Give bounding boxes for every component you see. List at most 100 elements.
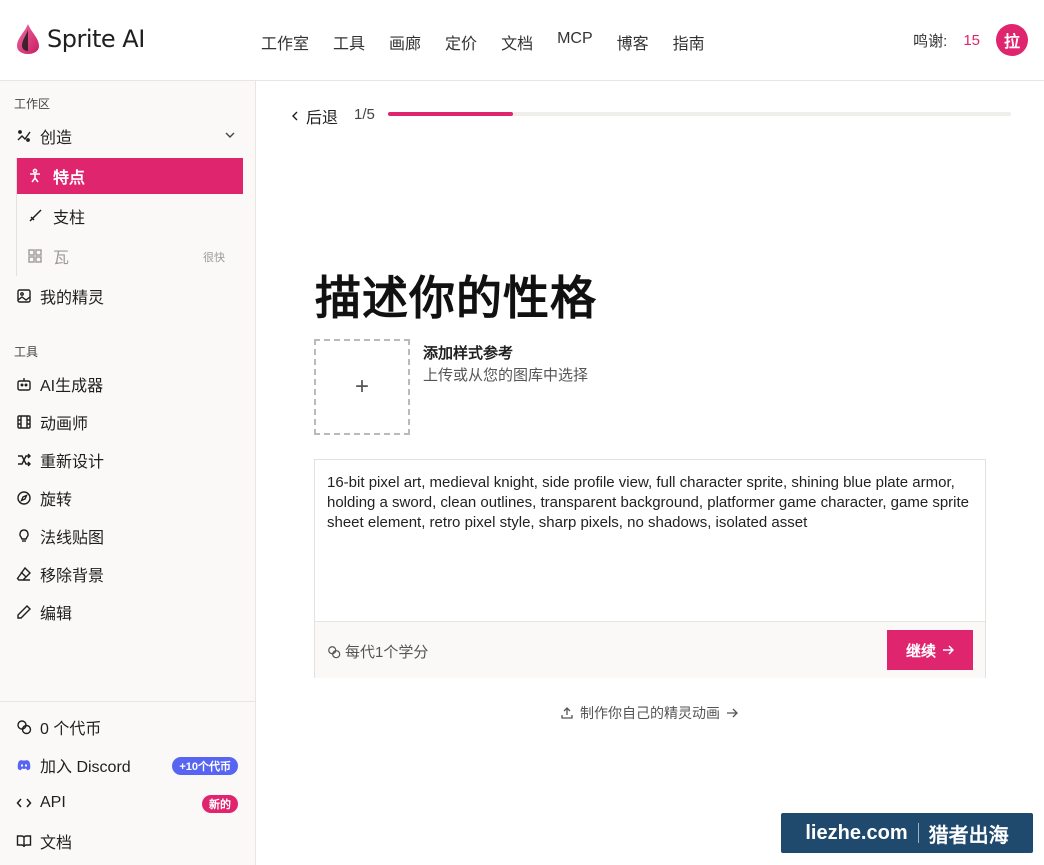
sidebar-item-label: 编辑	[40, 606, 73, 623]
style-reference-subtitle: 上传或从您的图库中选择	[423, 367, 589, 384]
nav-tools[interactable]: 工具	[333, 30, 365, 54]
credits-value: 15	[963, 31, 980, 49]
plus-icon: +	[354, 373, 369, 400]
sidebar-item-ai-generator[interactable]: AI生成器	[16, 366, 242, 402]
nav-guide[interactable]: 指南	[673, 30, 705, 54]
sidebar-item-discord[interactable]: 加入 Discord +10个代币	[16, 747, 242, 783]
sprite-logo-icon	[17, 24, 39, 54]
arrow-right-icon	[943, 645, 954, 655]
eraser-icon	[16, 566, 32, 582]
step-indicator: 1/5	[354, 106, 375, 123]
sidebar-item-my-sprites[interactable]: 我的精灵	[16, 278, 242, 314]
sidebar-item-label: 法线贴图	[40, 530, 105, 547]
continue-button[interactable]: 继续	[887, 630, 973, 670]
progress-fill	[388, 112, 513, 116]
sidebar-item-label: 瓦	[53, 250, 70, 267]
watermark-domain: liezhe.com	[805, 821, 908, 844]
cost-label: 每代1个学分	[345, 644, 429, 661]
sidebar-item-animator[interactable]: 动画师	[16, 404, 242, 440]
sidebar-item-create[interactable]: 创造	[16, 118, 242, 154]
sidebar-item-prop[interactable]: 支柱	[17, 198, 243, 234]
image-icon	[16, 288, 32, 304]
sparkles-icon	[16, 128, 32, 144]
back-button[interactable]: 后退	[290, 104, 338, 128]
brand-name: Sprite AI	[47, 25, 145, 53]
sidebar-item-label: 动画师	[40, 416, 89, 433]
sidebar-item-label: 文档	[40, 835, 73, 852]
logo[interactable]: Sprite AI	[15, 22, 145, 56]
discord-icon	[16, 757, 32, 773]
chevron-down-icon[interactable]	[224, 129, 236, 141]
sidebar-divider	[0, 701, 255, 702]
bulb-icon	[16, 528, 32, 544]
grid-icon	[27, 248, 43, 264]
nav-studio[interactable]: 工作室	[261, 30, 309, 54]
top-header: Sprite AI 工作室 工具 画廊 定价 文档 MCP 博客 指南 鸣谢: …	[0, 0, 1044, 81]
sidebar-item-label: 0 个代币	[40, 721, 102, 738]
sidebar-item-redesign[interactable]: 重新设计	[16, 442, 242, 478]
arrow-right-icon	[727, 708, 738, 718]
make-animation-link[interactable]: 制作你自己的精灵动画	[560, 703, 738, 723]
nav-docs[interactable]: 文档	[501, 30, 533, 54]
nav-mcp[interactable]: MCP	[557, 30, 593, 54]
coins-icon	[16, 719, 32, 735]
watermark-divider	[917, 823, 919, 843]
credits-label: 鸣谢:	[913, 32, 948, 50]
new-badge: 新的	[202, 795, 238, 813]
workspace-section-label: 工作区	[14, 97, 51, 111]
sidebar-item-api[interactable]: API 新的	[16, 785, 242, 821]
sidebar-item-normal-map[interactable]: 法线贴图	[16, 518, 242, 554]
sidebar-item-label: 我的精灵	[40, 290, 105, 307]
page-title: 描述你的性格	[315, 272, 597, 324]
prompt-card: 16-bit pixel art, medieval knight, side …	[314, 459, 986, 678]
coins-icon	[328, 645, 341, 658]
prompt-footer: 每代1个学分 继续	[315, 621, 985, 678]
upload-icon	[561, 707, 573, 719]
person-icon	[27, 168, 43, 184]
style-reference-title: 添加样式参考	[423, 345, 514, 362]
shuffle-icon	[16, 452, 32, 468]
header-credits: 鸣谢: 15 拉	[913, 24, 1028, 56]
main-nav: 工作室 工具 画廊 定价 文档 MCP 博客 指南	[261, 30, 705, 54]
sidebar-item-label: 重新设计	[40, 454, 105, 471]
discord-bonus-badge: +10个代币	[172, 757, 238, 775]
sidebar-item-coins[interactable]: 0 个代币	[16, 709, 242, 745]
sidebar-item-tile[interactable]: 瓦 很快	[17, 238, 243, 274]
generation-cost: 每代1个学分	[327, 641, 428, 662]
style-reference-upload[interactable]: +	[314, 339, 410, 435]
sidebar-item-label: 特点	[53, 170, 86, 187]
avatar[interactable]: 拉	[996, 24, 1028, 56]
bot-icon	[16, 376, 32, 392]
nav-blog[interactable]: 博客	[617, 30, 649, 54]
sidebar-item-edit[interactable]: 编辑	[16, 594, 242, 630]
progress-bar	[388, 112, 1011, 116]
sidebar-item-rotate[interactable]: 旋转	[16, 480, 242, 516]
nav-gallery[interactable]: 画廊	[389, 30, 421, 54]
tools-section-label: 工具	[14, 345, 39, 359]
watermark: liezhe.com 猎者出海	[781, 813, 1033, 853]
sidebar-item-label: 加入 Discord	[40, 759, 131, 776]
film-icon	[16, 414, 32, 430]
sidebar-item-label: 创造	[40, 130, 73, 147]
compass-icon	[16, 490, 32, 506]
nav-pricing[interactable]: 定价	[445, 30, 477, 54]
make-animation-label: 制作你自己的精灵动画	[580, 705, 720, 721]
pencil-icon	[16, 604, 32, 620]
sidebar-item-remove-bg[interactable]: 移除背景	[16, 556, 242, 592]
sidebar-item-label: 旋转	[40, 492, 73, 509]
code-icon	[16, 795, 32, 811]
sidebar-item-label: 移除背景	[40, 568, 105, 585]
watermark-brand: 猎者出海	[928, 824, 1009, 847]
sidebar: 工作区 创造 特点 支柱 瓦 很快 我的精灵 工具 AI生成器 动画师 重新设计…	[0, 81, 256, 865]
sidebar-item-docs[interactable]: 文档	[16, 823, 242, 859]
prompt-textarea[interactable]: 16-bit pixel art, medieval knight, side …	[327, 473, 977, 533]
sidebar-item-label: 支柱	[53, 210, 86, 227]
book-icon	[16, 833, 32, 849]
sword-icon	[27, 208, 43, 224]
continue-label: 继续	[905, 642, 936, 660]
create-submenu: 特点 支柱 瓦 很快	[16, 158, 243, 276]
sidebar-item-label: API	[40, 794, 66, 811]
chevron-left-icon	[292, 111, 298, 121]
sidebar-item-label: AI生成器	[40, 378, 104, 395]
sidebar-item-character[interactable]: 特点	[17, 158, 243, 194]
